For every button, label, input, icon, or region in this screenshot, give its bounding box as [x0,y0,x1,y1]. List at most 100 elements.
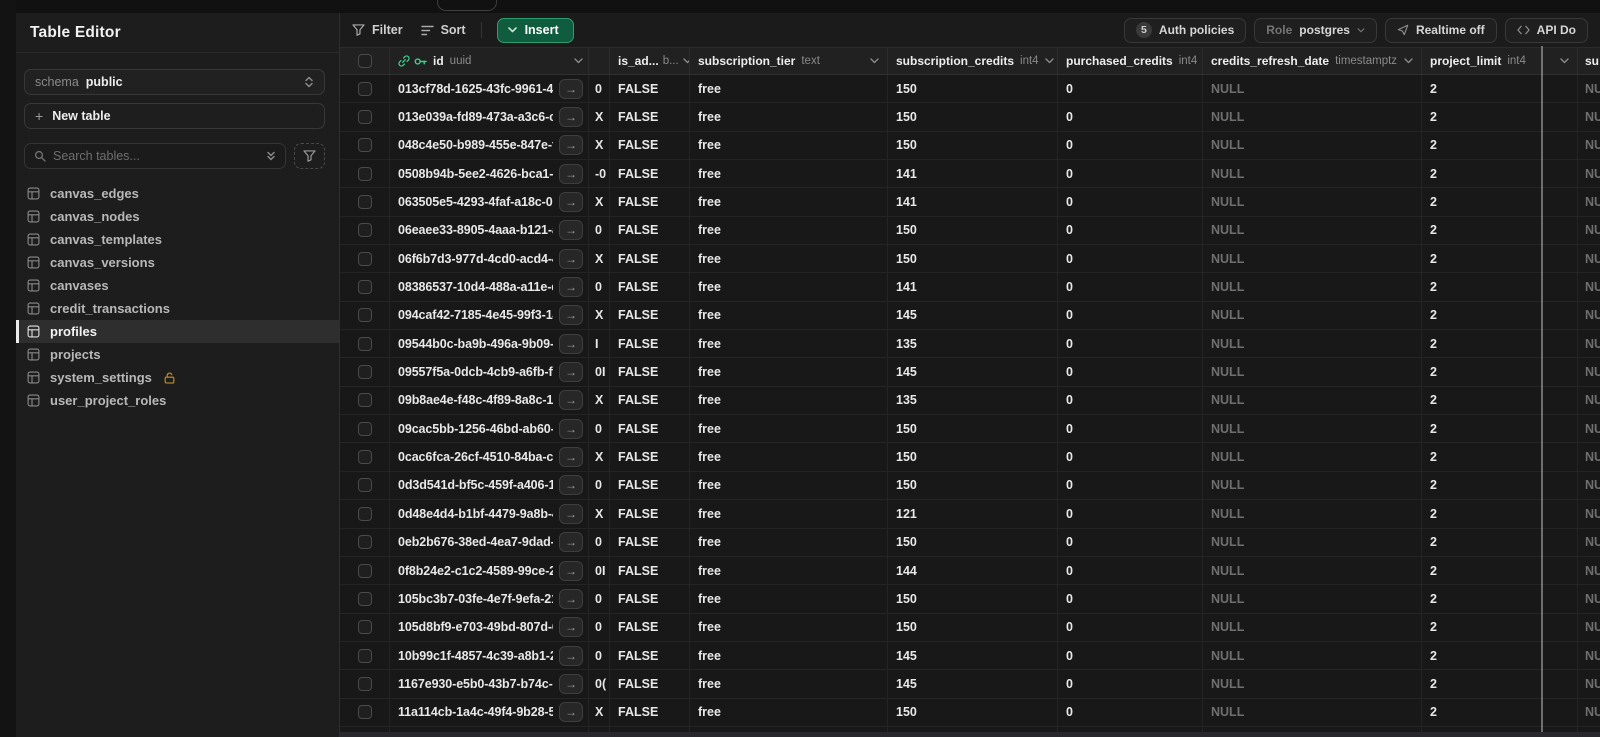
sidebar-item-canvas_templates[interactable]: canvas_templates [16,228,339,251]
filter-button[interactable]: Filter [352,23,403,37]
column-header-subscription-tier[interactable]: subscription_tier text [690,48,888,74]
table-row[interactable]: 048c4e50-b989-455e-847e-fb2f... → X FALS… [340,131,1600,161]
expand-row-button[interactable]: → [559,532,583,553]
chevrons-down-icon[interactable] [266,150,276,162]
table-row[interactable]: 013e039a-fd89-473a-a3c6-ccfa9... → X FAL… [340,103,1600,132]
expand-row-button[interactable]: → [559,107,583,128]
expand-row-button[interactable]: → [559,588,583,609]
row-checkbox[interactable] [357,110,372,125]
chevron-down-icon[interactable] [682,58,689,64]
row-checkbox[interactable] [357,280,372,295]
expand-row-button[interactable]: → [559,475,583,496]
chevron-down-icon[interactable] [870,58,879,64]
column-header-credits-refresh-date[interactable]: credits_refresh_date timestamptz [1203,48,1422,74]
row-checkbox[interactable] [357,648,372,663]
row-checkbox[interactable] [357,478,372,493]
horizontal-scrollbar[interactable] [340,732,1600,737]
expand-row-button[interactable]: → [559,248,583,269]
column-header-id[interactable]: id uuid [390,48,589,74]
row-checkbox[interactable] [357,251,372,266]
sidebar-item-canvas_nodes[interactable]: canvas_nodes [16,205,339,228]
sidebar-item-projects[interactable]: projects [16,343,339,366]
chevron-down-icon[interactable] [1404,58,1413,64]
row-checkbox[interactable] [357,223,372,238]
row-checkbox[interactable] [357,591,372,606]
table-row[interactable]: 09b8ae4e-f48c-4f89-8a8c-1629b... → X FAL… [340,386,1600,416]
expand-row-button[interactable]: → [559,135,583,156]
chevron-down-icon[interactable] [1560,58,1569,64]
row-checkbox[interactable] [357,421,372,436]
table-row[interactable]: 06f6b7d3-977d-4cd0-acd4-4a78... → X FALS… [340,245,1600,274]
api-docs-button[interactable]: API Do [1504,17,1588,43]
chevron-down-icon[interactable] [1044,58,1054,64]
row-checkbox[interactable] [357,705,372,720]
row-checkbox[interactable] [357,336,372,351]
row-checkbox[interactable] [357,535,372,550]
table-row[interactable]: 06eaee33-8905-4aaa-b121-ab552... → 0 FAL… [340,216,1600,246]
table-row[interactable]: 0508b94b-5ee2-4626-bca1-4bca... → -0 FAL… [340,160,1600,189]
expand-row-button[interactable]: → [559,418,583,439]
row-checkbox[interactable] [357,563,372,578]
expand-row-button[interactable]: → [559,645,583,666]
auth-policies-button[interactable]: 5 Auth policies [1123,17,1247,43]
expand-row-button[interactable]: → [559,305,583,326]
chevron-down-icon[interactable] [574,58,583,64]
expand-row-button[interactable]: → [559,617,583,638]
row-checkbox[interactable] [357,138,372,153]
sidebar-item-profiles[interactable]: profiles [16,320,339,343]
sidebar-item-credit_transactions[interactable]: credit_transactions [16,297,339,320]
column-header-subscription-credits[interactable]: subscription_credits int4 [888,48,1058,74]
expand-row-button[interactable]: → [559,277,583,298]
sidebar-item-canvas_versions[interactable]: canvas_versions [16,251,339,274]
sidebar-filter-button[interactable] [294,143,325,169]
table-row[interactable]: 0d48e4d4-b1bf-4479-9a8b-4a4b... → X FALS… [340,500,1600,529]
vertical-scrollbar[interactable] [1541,46,1543,737]
row-checkbox[interactable] [357,676,372,691]
table-row[interactable]: 09557f5a-0dcb-4cb9-a6fb-fff366... → 0I F… [340,358,1600,387]
column-header-truncated[interactable] [589,48,610,74]
row-checkbox[interactable] [357,166,372,181]
expand-row-button[interactable]: → [559,78,583,99]
expand-row-button[interactable]: → [559,220,583,241]
insert-button[interactable]: Insert [496,17,574,43]
row-checkbox[interactable] [357,365,372,380]
table-row[interactable]: 0d3d541d-bf5c-459f-a406-16b93... → 0 FAL… [340,471,1600,501]
row-checkbox[interactable] [357,308,372,323]
table-row[interactable]: 1167e930-e5b0-43b7-b74c-788c9... → 0( FA… [340,670,1600,699]
table-row[interactable]: 08386537-10d4-488a-a11e-eb5a6... → 0 FAL… [340,273,1600,302]
table-row[interactable]: 11a114cb-1a4c-49f4-9b28-52219ec... → X F… [340,698,1600,727]
row-checkbox[interactable] [357,620,372,635]
expand-row-button[interactable]: → [559,702,583,723]
sidebar-item-system_settings[interactable]: system_settings [16,366,339,389]
table-row[interactable]: 0cac6fca-26cf-4510-84ba-c4580... → X FAL… [340,443,1600,472]
column-header-purchased-credits[interactable]: purchased_credits int4 [1058,48,1203,74]
new-table-button[interactable]: + New table [24,103,325,129]
expand-row-button[interactable]: → [559,503,583,524]
expand-row-button[interactable]: → [559,560,583,581]
expand-row-button[interactable]: → [559,362,583,383]
table-row[interactable]: 063505e5-4293-4faf-a18c-0e65b... → X FAL… [340,188,1600,217]
sort-button[interactable]: Sort [420,23,466,37]
schema-select[interactable]: schema public [24,69,325,95]
row-checkbox[interactable] [357,81,372,96]
table-row[interactable]: 0eb2b676-38ed-4ea7-9dad-38e6... → 0 FALS… [340,528,1600,557]
table-row[interactable]: 0f8b24e2-c1c2-4589-99ce-2c52d... → 0I FA… [340,556,1600,586]
column-header-clipped[interactable]: su [1578,48,1600,74]
select-all-checkbox[interactable] [357,54,372,68]
table-row[interactable]: 105bc3b7-03fe-4e7f-9efa-21bb40... → 0 FA… [340,585,1600,614]
expand-row-button[interactable]: → [559,447,583,468]
expand-row-button[interactable]: → [559,390,583,411]
search-tables-input[interactable]: Search tables... [24,143,286,169]
expand-row-button[interactable]: → [559,673,583,694]
table-row[interactable]: 09cac5bb-1256-46bd-ab60-64ed... → 0 FALS… [340,415,1600,444]
row-checkbox[interactable] [357,195,372,210]
role-select-button[interactable]: Role postgres [1254,17,1377,43]
table-row[interactable]: 013cf78d-1625-43fc-9961-442189... → 0 FA… [340,75,1600,104]
table-row[interactable]: 09544b0c-ba9b-496a-9b09-244... → I FALSE… [340,330,1600,359]
expand-row-button[interactable]: → [559,333,583,354]
sidebar-item-canvas_edges[interactable]: canvas_edges [16,182,339,205]
sidebar-item-canvases[interactable]: canvases [16,274,339,297]
column-header-project-limit[interactable]: project_limit int4 [1422,48,1578,74]
expand-row-button[interactable]: → [559,163,583,184]
row-checkbox[interactable] [357,393,372,408]
